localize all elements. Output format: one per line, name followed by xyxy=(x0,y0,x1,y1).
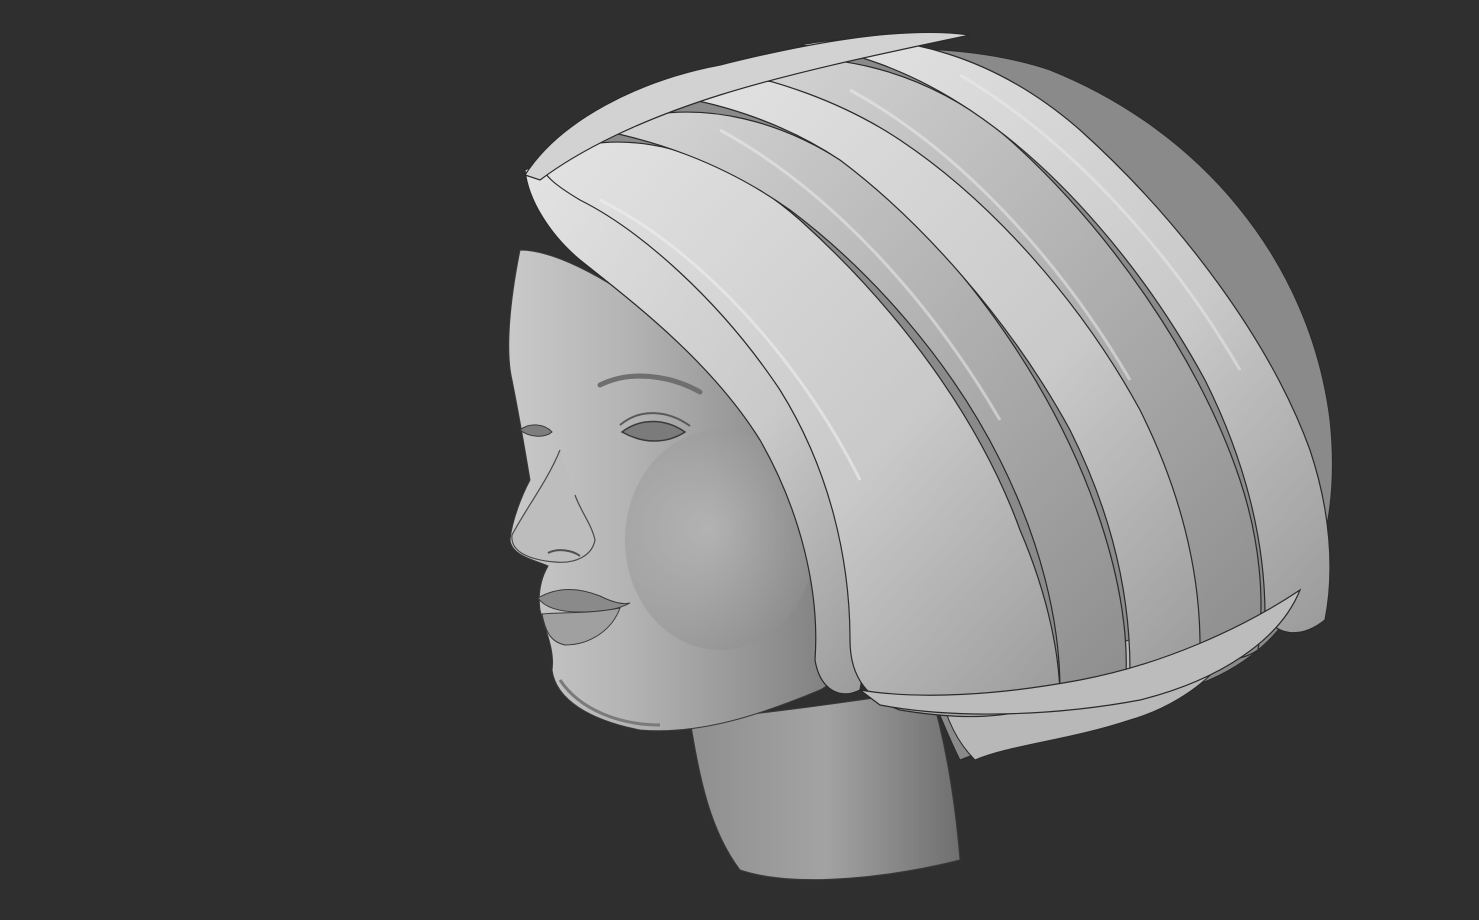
3d-viewport[interactable] xyxy=(0,0,1479,920)
sculpt-model[interactable] xyxy=(0,0,1479,920)
